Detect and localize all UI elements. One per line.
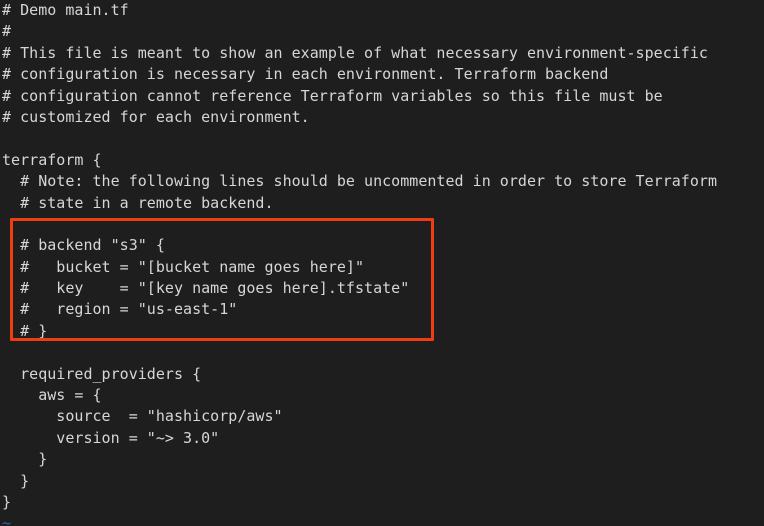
code-line[interactable]	[0, 214, 764, 235]
code-line[interactable]: aws = {	[0, 385, 764, 406]
vim-empty-line-marker[interactable]: ~	[0, 513, 764, 526]
code-line[interactable]: # Demo main.tf	[0, 0, 764, 21]
code-line[interactable]: # customized for each environment.	[0, 107, 764, 128]
code-line[interactable]	[0, 128, 764, 149]
code-line[interactable]: # configuration cannot reference Terrafo…	[0, 86, 764, 107]
code-line[interactable]: }	[0, 492, 764, 513]
code-line[interactable]: # Note: the following lines should be un…	[0, 171, 764, 192]
code-line[interactable]: terraform {	[0, 150, 764, 171]
code-line[interactable]: # }	[0, 321, 764, 342]
code-line[interactable]: }	[0, 449, 764, 470]
code-line[interactable]: # configuration is necessary in each env…	[0, 64, 764, 85]
code-line[interactable]: required_providers {	[0, 364, 764, 385]
code-line[interactable]: # This file is meant to show an example …	[0, 43, 764, 64]
code-line[interactable]: # state in a remote backend.	[0, 193, 764, 214]
code-line[interactable]: # backend "s3" {	[0, 235, 764, 256]
code-editor-viewport[interactable]: # Demo main.tf # # This file is meant to s…	[0, 0, 764, 526]
code-line[interactable]: # key = "[key name goes here].tfstate"	[0, 278, 764, 299]
code-line[interactable]: source = "hashicorp/aws"	[0, 406, 764, 427]
code-line[interactable]: # region = "us-east-1"	[0, 299, 764, 320]
terminal-screen: # Demo main.tf # # This file is meant to s…	[0, 0, 764, 526]
code-line[interactable]: }	[0, 471, 764, 492]
code-line[interactable]: #	[0, 21, 764, 42]
code-line[interactable]	[0, 342, 764, 363]
code-line[interactable]: # bucket = "[bucket name goes here]"	[0, 257, 764, 278]
code-line[interactable]: version = "~> 3.0"	[0, 428, 764, 449]
